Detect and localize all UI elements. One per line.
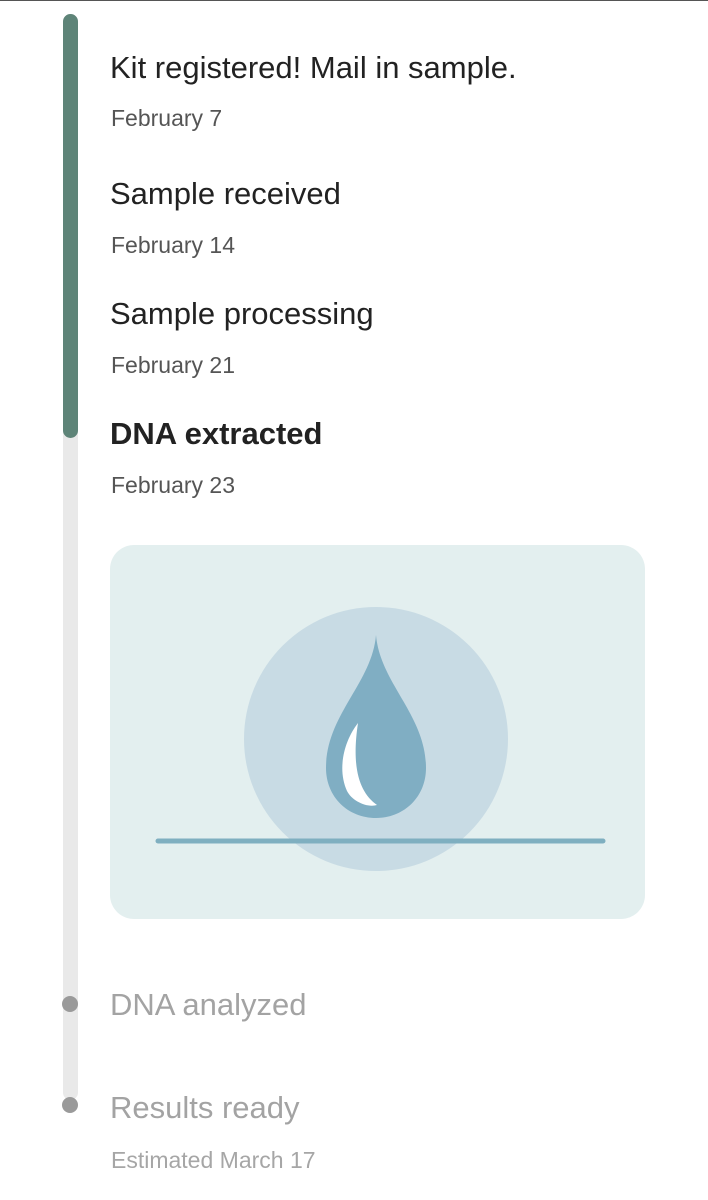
- step-kit-registered-date: February 7: [111, 105, 223, 131]
- top-divider: [0, 0, 708, 1]
- step-dna-extracted-date: February 23: [111, 472, 236, 498]
- timeline-progress-fill: [63, 14, 78, 438]
- step-dna-analyzed-dot: [62, 996, 78, 1012]
- timeline-progress-track: [63, 14, 78, 1100]
- step-sample-processing-date: February 21: [111, 352, 236, 378]
- step-sample-processing-title: Sample processing: [110, 296, 374, 331]
- step-sample-received-date: February 14: [111, 232, 236, 258]
- step-results-ready-dot: [62, 1097, 78, 1113]
- step-results-ready-title: Results ready: [110, 1090, 300, 1125]
- water-drop-icon: [155, 607, 606, 871]
- step-results-ready-date: Estimated March 17: [111, 1147, 316, 1173]
- step-sample-received-title: Sample received: [110, 176, 341, 211]
- step-dna-extracted-title: DNA extracted: [110, 416, 323, 451]
- step-kit-registered-title: Kit registered! Mail in sample.: [110, 50, 517, 85]
- step-dna-analyzed-title: DNA analyzed: [110, 987, 307, 1022]
- dna-extracted-illustration-card: [110, 545, 645, 919]
